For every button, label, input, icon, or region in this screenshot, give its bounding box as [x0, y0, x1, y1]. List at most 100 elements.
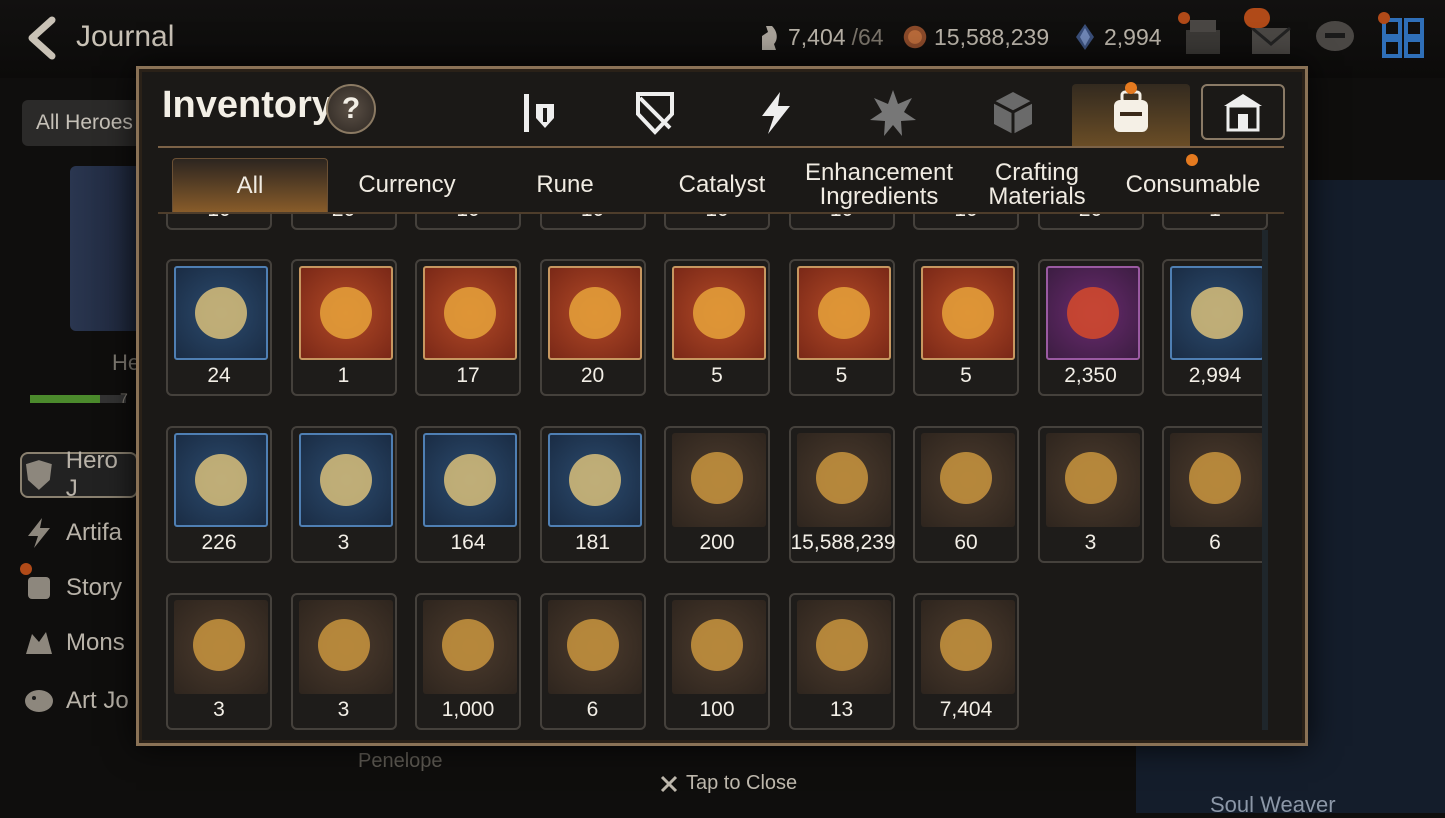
inventory-slot[interactable]: 2,350	[1037, 259, 1144, 396]
inventory-slot[interactable]: 5	[664, 259, 770, 396]
stamina-max: /64	[851, 23, 884, 50]
help-button[interactable]: ?	[326, 84, 376, 134]
green-heart-icon	[921, 433, 1015, 527]
sidebar-item-artifact[interactable]: Artifa	[22, 510, 140, 556]
inventory-slot[interactable]: 3	[290, 426, 397, 563]
item-count: 13	[829, 698, 854, 721]
item-count: 5	[960, 364, 972, 387]
cube-icon[interactable]	[988, 88, 1038, 138]
inventory-slot[interactable]: 1	[290, 259, 397, 396]
item-count: 1,000	[441, 698, 495, 721]
sidebar-item-hero-journal[interactable]: Hero J	[20, 447, 138, 502]
pink-mountain-icon	[423, 433, 517, 527]
tap-to-close-button[interactable]: Tap to Close	[660, 772, 797, 795]
broken-shield-icon[interactable]	[630, 88, 680, 138]
tab-crafting-materials[interactable]: Crafting Materials	[960, 158, 1114, 212]
chat-icon[interactable]	[1312, 16, 1358, 60]
hero-progress-value: 7	[120, 390, 128, 406]
robot-pod-icon	[298, 600, 393, 694]
gold-emblem-icon	[672, 433, 766, 527]
stone-compass-icon	[1045, 433, 1140, 527]
item-count: 226	[201, 531, 237, 554]
inventory-slot[interactable]: 3	[1037, 426, 1144, 563]
inventory-grid: 10 20 10 10 10 10 10 20 1 24 1 17 20 5 5 5 2,350 2,994 226…	[158, 214, 1270, 734]
green-orb-icon	[298, 266, 393, 360]
inventory-slot[interactable]: 2,994	[1162, 259, 1268, 396]
shop-tab[interactable]	[1201, 84, 1285, 140]
inventory-slot[interactable]: 226	[166, 426, 272, 563]
inventory-slot[interactable]: 17	[415, 259, 521, 396]
tab-currency[interactable]: Currency	[330, 158, 484, 212]
gold-counter: 15,588,239	[902, 22, 1049, 52]
close-icon	[660, 775, 678, 792]
inventory-slot[interactable]: 100	[664, 593, 770, 730]
tab-rune[interactable]: Rune	[488, 158, 642, 212]
sidebar-item-monster[interactable]: Mons	[22, 620, 140, 666]
item-count: 10	[791, 214, 893, 222]
red-bracelet-icon	[1045, 266, 1140, 360]
inventory-slot[interactable]: 20	[539, 259, 646, 396]
inventory-slot[interactable]: 15,588,239	[788, 426, 896, 563]
tab-all[interactable]: All	[172, 158, 328, 213]
inventory-slot[interactable]: 3	[290, 593, 397, 730]
skystone-counter: 2,994	[1072, 22, 1162, 52]
inventory-slot[interactable]: 1,000	[415, 593, 521, 730]
inventory-slot[interactable]: 24	[166, 259, 272, 396]
item-count: 3	[337, 698, 350, 721]
lightning-icon[interactable]	[750, 88, 800, 138]
red-banner-icon	[1170, 433, 1264, 527]
item-count: 60	[954, 531, 978, 554]
star-pendant-icon	[174, 433, 268, 527]
item-count: 24	[207, 364, 231, 387]
inventory-slot[interactable]: 10	[415, 214, 521, 230]
inventory-slot[interactable]: 20	[290, 214, 397, 230]
inventory-slot[interactable]: 10	[788, 214, 895, 230]
inventory-slot[interactable]: 10	[539, 214, 646, 230]
item-count: 20	[580, 364, 605, 387]
inventory-slot[interactable]: 10	[664, 214, 770, 230]
skystone-value: 2,994	[1104, 23, 1162, 50]
inventory-slot[interactable]: 164	[415, 426, 521, 563]
sword-shield-icon[interactable]	[512, 88, 562, 138]
gold-coin-icon	[903, 25, 927, 49]
inventory-slot[interactable]: 13	[788, 593, 895, 730]
tab-consumable[interactable]: Consumable	[1116, 158, 1270, 212]
sidebar-item-label: Story	[66, 574, 123, 601]
skystone-icon	[1076, 24, 1094, 50]
item-count: 2,994	[1188, 364, 1242, 387]
item-count: 181	[574, 531, 611, 554]
gold-coin-icon	[796, 433, 891, 527]
all-heroes-filter[interactable]: All Heroes	[22, 100, 142, 146]
inventory-slot[interactable]: 7,404	[913, 593, 1019, 730]
backpack-icon[interactable]	[1106, 88, 1156, 138]
inventory-slot[interactable]: 1	[1162, 214, 1268, 230]
gold-value: 15,588,239	[934, 23, 1050, 50]
item-count: 15,588,239	[790, 531, 896, 554]
sidebar-item-art-journal[interactable]: Art Jo	[22, 678, 140, 724]
notification-dot	[1378, 12, 1390, 24]
sidebar-item-story[interactable]: Story	[22, 565, 140, 611]
mail-badge	[1244, 8, 1270, 28]
back-arrow-icon[interactable]	[22, 14, 62, 62]
tab-enhancement-ingredients[interactable]: Enhancement Ingredients	[802, 158, 956, 212]
notification-dot	[20, 563, 32, 575]
burst-icon[interactable]	[868, 88, 918, 138]
inventory-slot[interactable]: 200	[664, 426, 770, 563]
sidebar-item-label: Mons	[66, 629, 125, 656]
inventory-slot[interactable]: 5	[913, 259, 1019, 396]
inventory-slot[interactable]: 60	[913, 426, 1019, 563]
scrollbar[interactable]	[1262, 230, 1268, 730]
item-count: 5	[835, 364, 848, 387]
item-count: 10	[168, 214, 270, 222]
inventory-slot[interactable]: 10	[913, 214, 1019, 230]
inventory-slot[interactable]: 5	[788, 259, 895, 396]
inventory-slot[interactable]: 3	[166, 593, 272, 730]
inventory-slot[interactable]: 181	[539, 426, 646, 563]
hero-progress-bar	[30, 395, 126, 403]
tab-catalyst[interactable]: Catalyst	[645, 158, 799, 212]
inventory-slot[interactable]: 6	[539, 593, 646, 730]
inventory-slot[interactable]: 10	[166, 214, 272, 230]
inventory-slot[interactable]: 6	[1162, 426, 1268, 563]
green-leaf-icon	[547, 433, 642, 527]
inventory-slot[interactable]: 20	[1037, 214, 1144, 230]
